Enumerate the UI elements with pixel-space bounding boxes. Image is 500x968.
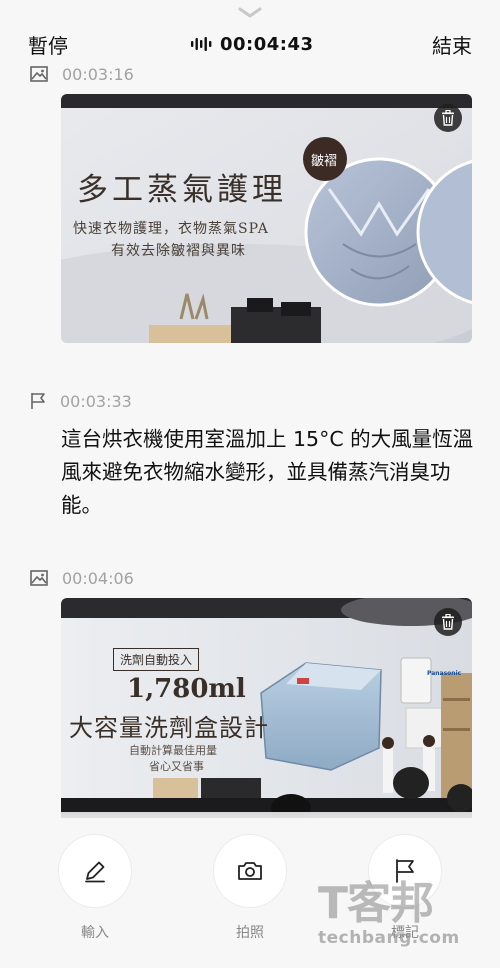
photo-action-label: 拍照 (236, 925, 264, 941)
input-action-circle[interactable] (58, 834, 132, 908)
watermark-site: techbang.com (318, 928, 460, 948)
photo-caption-line: 快速衣物護理，衣物蒸氣SPA (73, 221, 269, 237)
watermark-logo: T客邦 techbang.com (318, 880, 488, 960)
photo-tag: 洗劑自動投入 (113, 648, 200, 671)
camera-icon (238, 862, 262, 880)
entry-meta: 00:03:16 (30, 63, 134, 85)
watermark-logo-text: T客邦 (318, 878, 434, 929)
photo-caption-line: 有效去除皺褶與異味 (111, 243, 246, 259)
timer-value: 00:04:43 (220, 33, 314, 55)
brand-logo: Panasonic (427, 670, 462, 677)
image-icon (30, 570, 48, 586)
entry-timestamp: 00:03:33 (60, 391, 132, 411)
pen-icon (85, 861, 105, 883)
end-button[interactable]: 結束 (432, 30, 472, 59)
entry-meta: 00:04:06 (30, 567, 134, 589)
pause-button[interactable]: 暫停 (28, 30, 68, 59)
recording-timer: 00:04:43 (190, 32, 314, 56)
entry-meta: 00:03:33 (30, 390, 132, 412)
photo-action-button[interactable]: 拍照 (213, 834, 287, 942)
trash-icon (442, 614, 454, 630)
entry-timestamp: 00:03:16 (62, 64, 134, 84)
collapse-chevron-icon[interactable] (236, 6, 264, 20)
note-text[interactable]: 這台烘衣機使用室溫加上 15°C 的大風量恆溫風來避免衣物縮水變形，並具備蒸汽消… (61, 423, 481, 522)
photo-caption-line: 省心又省事 (149, 760, 204, 773)
photo-badge: 皺褶 (311, 154, 338, 169)
trash-icon (442, 110, 454, 126)
delete-photo-button[interactable] (434, 104, 462, 132)
photo-caption-line: 自動計算最佳用量 (129, 744, 217, 757)
delete-photo-button[interactable] (434, 608, 462, 636)
photo-entry[interactable]: 洗劑自動投入 1,780ml 大容量洗劑盒設計 自動計算最佳用量 省心又省事 P… (61, 598, 472, 818)
input-action-label: 輸入 (81, 925, 109, 941)
image-icon (30, 66, 48, 82)
entry-timestamp: 00:04:06 (62, 568, 134, 588)
recording-toolbar: 暫停 00:04:43 結束 (0, 26, 500, 62)
input-action-button[interactable]: 輸入 (58, 834, 132, 942)
flag-icon (31, 393, 45, 409)
photo-entry[interactable]: 多工蒸氣護理 快速衣物護理，衣物蒸氣SPA 有效去除皺褶與異味 皺褶 (61, 94, 472, 343)
photo-action-circle[interactable] (213, 834, 287, 908)
photo-amount: 1,780ml (127, 674, 246, 704)
photo-headline: 大容量洗劑盒設計 (69, 714, 269, 742)
photo-headline: 多工蒸氣護理 (77, 172, 287, 208)
waveform-icon (191, 37, 212, 51)
